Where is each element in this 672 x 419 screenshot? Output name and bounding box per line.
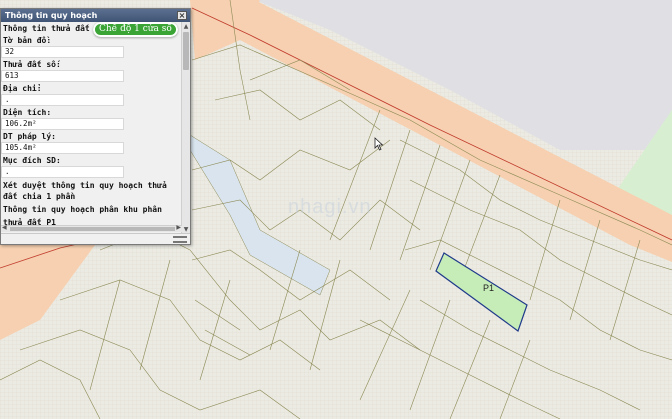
scroll-up-icon[interactable]: ▲ bbox=[182, 22, 190, 31]
resize-grip-icon[interactable] bbox=[173, 236, 187, 243]
field-label-address: Địa chỉ: bbox=[3, 84, 42, 93]
vertical-scrollbar[interactable]: ▲ ▼ bbox=[181, 22, 190, 234]
mouse-cursor-icon bbox=[374, 137, 384, 151]
field-value-parcel-number: 613 bbox=[1, 70, 124, 82]
field-label-parcel-number: Thửa đất số: bbox=[3, 60, 61, 69]
field-value-map-sheet: 32 bbox=[1, 46, 124, 58]
scroll-thumb[interactable] bbox=[183, 32, 189, 70]
field-label-area: Diện tích: bbox=[3, 108, 52, 117]
close-button[interactable]: × bbox=[177, 11, 187, 20]
hscroll-thumb[interactable] bbox=[10, 227, 175, 231]
field-value-address: . bbox=[1, 94, 124, 106]
link-zoning-info[interactable]: Thông tin quy hoạch phân khu phân bbox=[1, 204, 182, 215]
panel-title: Thông tin quy hoạch bbox=[5, 11, 98, 20]
link-approve-planning[interactable]: Xét duyệt thông tin quy hoạch thửa đất c… bbox=[1, 180, 182, 202]
panel-titlebar[interactable]: Thông tin quy hoạch × bbox=[1, 9, 190, 22]
panel-resize-bar[interactable] bbox=[1, 233, 190, 244]
scroll-right-icon[interactable]: ▶ bbox=[176, 224, 181, 231]
horizontal-scrollbar[interactable]: ◀ ▶ bbox=[1, 224, 182, 232]
panel-body: Thông tin thửa đất [↗ Tờ bản đồ: 32 Thửa… bbox=[1, 22, 182, 234]
watermark: nhagi.vn bbox=[288, 196, 372, 218]
field-label-legal-area: DT pháp lý: bbox=[3, 132, 56, 141]
field-value-land-use: . bbox=[1, 166, 124, 178]
parcel-label: P1 bbox=[483, 283, 495, 293]
scroll-left-icon[interactable]: ◀ bbox=[2, 224, 7, 231]
field-label-land-use: Mục đích SD: bbox=[3, 156, 61, 165]
planning-info-panel[interactable]: Thông tin quy hoạch × Thông tin thửa đất… bbox=[0, 8, 191, 245]
single-window-mode-button[interactable]: Chế độ 1 cửa sổ bbox=[93, 22, 178, 37]
field-value-legal-area: 105.4m² bbox=[1, 142, 124, 154]
field-value-area: 106.2m² bbox=[1, 118, 124, 130]
